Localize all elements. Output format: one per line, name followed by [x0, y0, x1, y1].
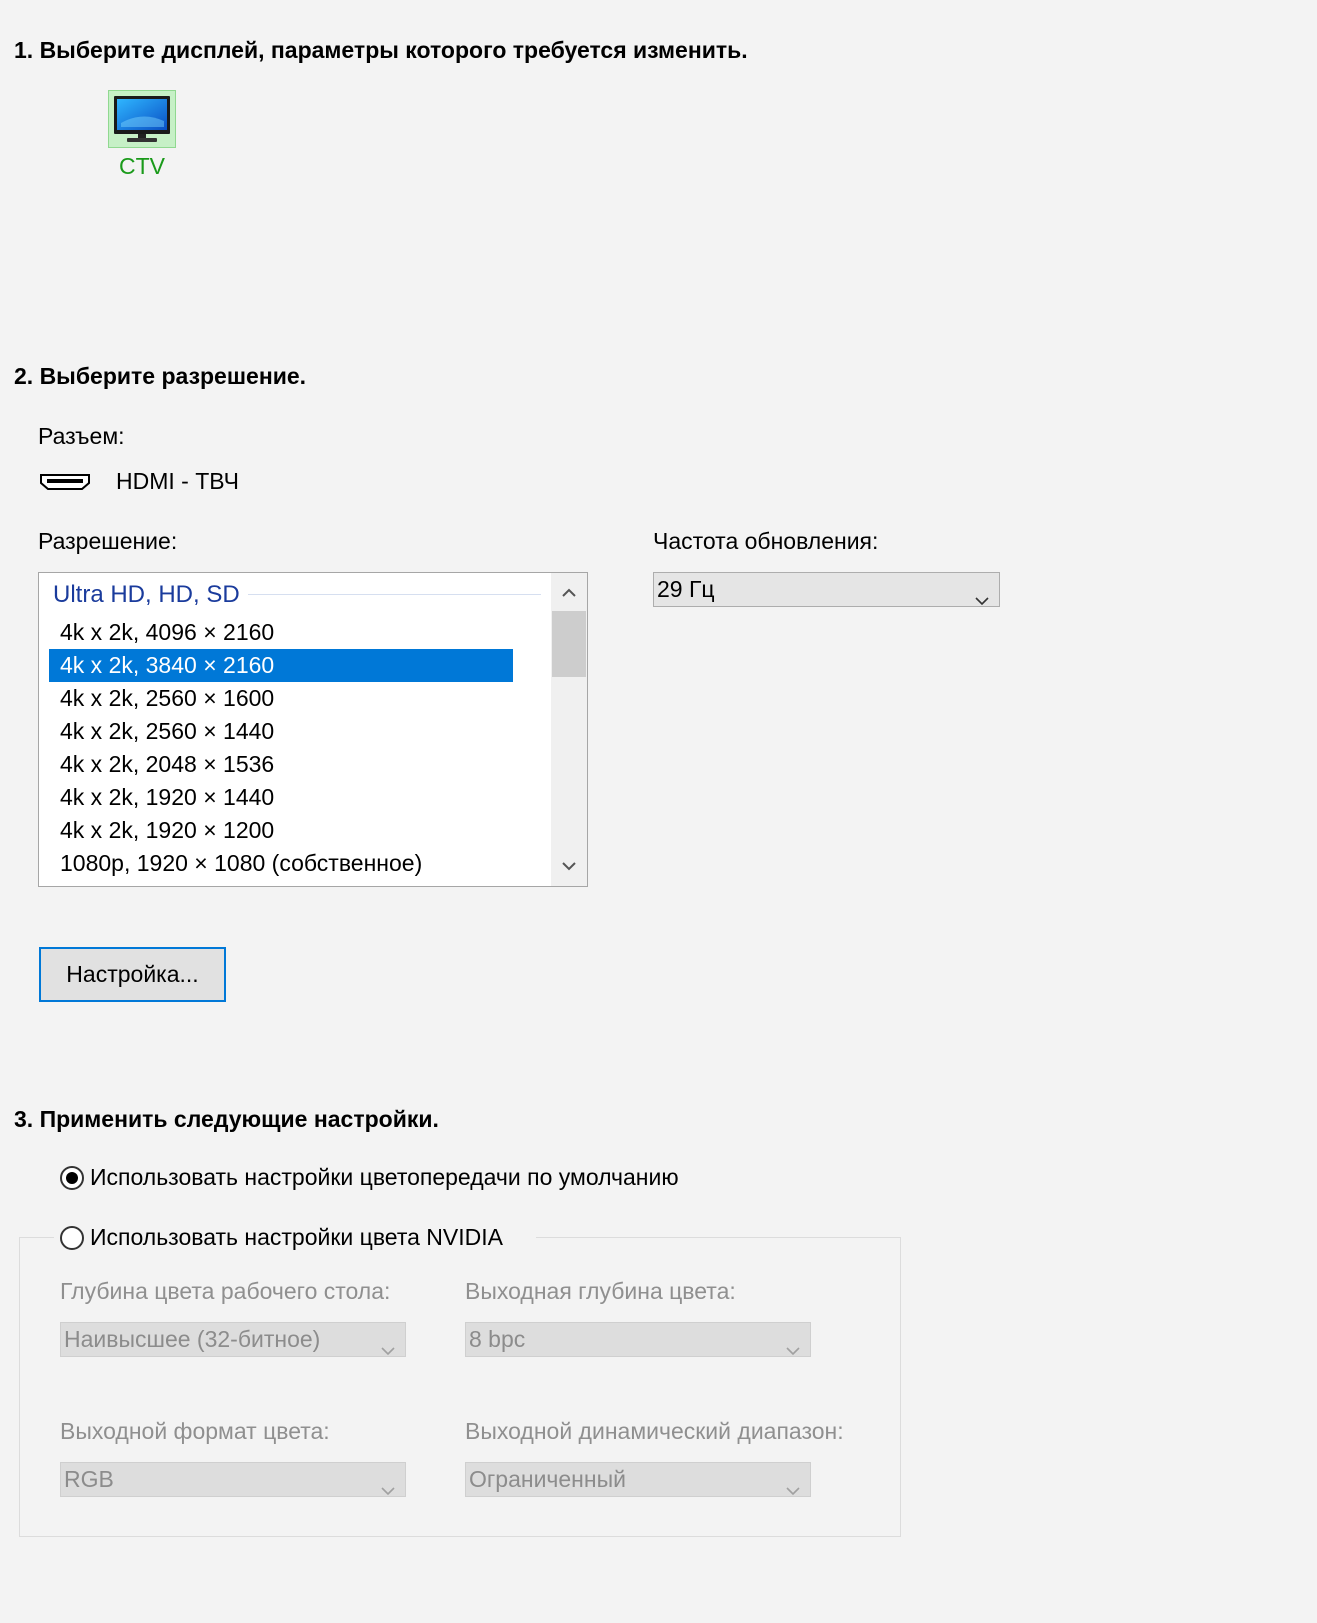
- refresh-rate-select[interactable]: 29 Гц: [653, 572, 1000, 607]
- chevron-down-icon: [786, 1332, 800, 1365]
- connector-value: HDMI - ТВЧ: [116, 468, 239, 494]
- dynamic-range-label: Выходной динамический диапазон:: [465, 1418, 844, 1444]
- monitor-icon: [114, 96, 170, 142]
- desktop-depth-select[interactable]: Наивысшее (32-битное): [60, 1322, 406, 1357]
- output-format-select[interactable]: RGB: [60, 1462, 406, 1497]
- hdmi-icon: [40, 473, 90, 496]
- radio-unselected-icon[interactable]: [60, 1226, 84, 1250]
- scroll-down-icon[interactable]: [551, 848, 587, 884]
- resolution-item[interactable]: 1080p, 1920 × 1080 (собственное): [49, 847, 513, 880]
- chevron-down-icon: [381, 1332, 395, 1365]
- output-depth-value: 8 bpc: [469, 1326, 526, 1352]
- step3-title: 3. Применить следующие настройки.: [14, 1106, 439, 1132]
- desktop-depth-label: Глубина цвета рабочего стола:: [60, 1278, 391, 1304]
- resolution-item[interactable]: 4k x 2k, 2560 × 1600: [49, 682, 513, 715]
- refresh-rate-value: 29 Гц: [657, 576, 715, 602]
- radio-nvidia-label[interactable]: Использовать настройки цвета NVIDIA: [90, 1224, 503, 1251]
- dynamic-range-select[interactable]: Ограниченный: [465, 1462, 811, 1497]
- chevron-down-icon: [381, 1472, 395, 1505]
- resolution-group-header: Ultra HD, HD, SD: [53, 581, 248, 609]
- refresh-rate-label: Частота обновления:: [653, 528, 879, 554]
- resolution-listbox[interactable]: Ultra HD, HD, SD 4k x 2k, 4096 × 2160 4k…: [38, 572, 588, 887]
- chevron-down-icon: [786, 1472, 800, 1505]
- resolution-item-selected[interactable]: 4k x 2k, 3840 × 2160: [49, 649, 513, 682]
- resolution-label: Разрешение:: [38, 528, 178, 554]
- resolution-item[interactable]: 4k x 2k, 2560 × 1440: [49, 715, 513, 748]
- display-name: CTV: [119, 153, 165, 179]
- scroll-up-icon[interactable]: [551, 575, 587, 611]
- step2-title: 2. Выберите разрешение.: [14, 363, 307, 389]
- display-tile-ctv[interactable]: [108, 90, 176, 148]
- scroll-thumb[interactable]: [552, 611, 586, 677]
- resolution-item[interactable]: 4k x 2k, 2048 × 1536: [49, 748, 513, 781]
- customize-button[interactable]: Настройка...: [39, 947, 226, 1002]
- output-format-label: Выходной формат цвета:: [60, 1418, 330, 1444]
- output-format-value: RGB: [64, 1466, 114, 1492]
- radio-nvidia-option[interactable]: [60, 1226, 84, 1250]
- chevron-down-icon: [975, 582, 989, 615]
- radio-default-label[interactable]: Использовать настройки цветопередачи по …: [90, 1164, 679, 1191]
- radio-selected-icon[interactable]: [60, 1166, 84, 1190]
- dynamic-range-value: Ограниченный: [469, 1466, 626, 1492]
- resolution-item[interactable]: 4k x 2k, 1920 × 1200: [49, 814, 513, 847]
- step1-title: 1. Выберите дисплей, параметры которого …: [14, 37, 748, 63]
- desktop-depth-value: Наивысшее (32-битное): [64, 1326, 321, 1352]
- output-depth-label: Выходная глубина цвета:: [465, 1278, 736, 1304]
- output-depth-select[interactable]: 8 bpc: [465, 1322, 811, 1357]
- resolution-scrollbar[interactable]: [551, 573, 587, 886]
- resolution-item[interactable]: 4k x 2k, 1920 × 1440: [49, 781, 513, 814]
- radio-default-option[interactable]: [60, 1166, 84, 1190]
- connector-label: Разъем:: [38, 423, 125, 449]
- resolution-item[interactable]: 4k x 2k, 4096 × 2160: [49, 616, 513, 649]
